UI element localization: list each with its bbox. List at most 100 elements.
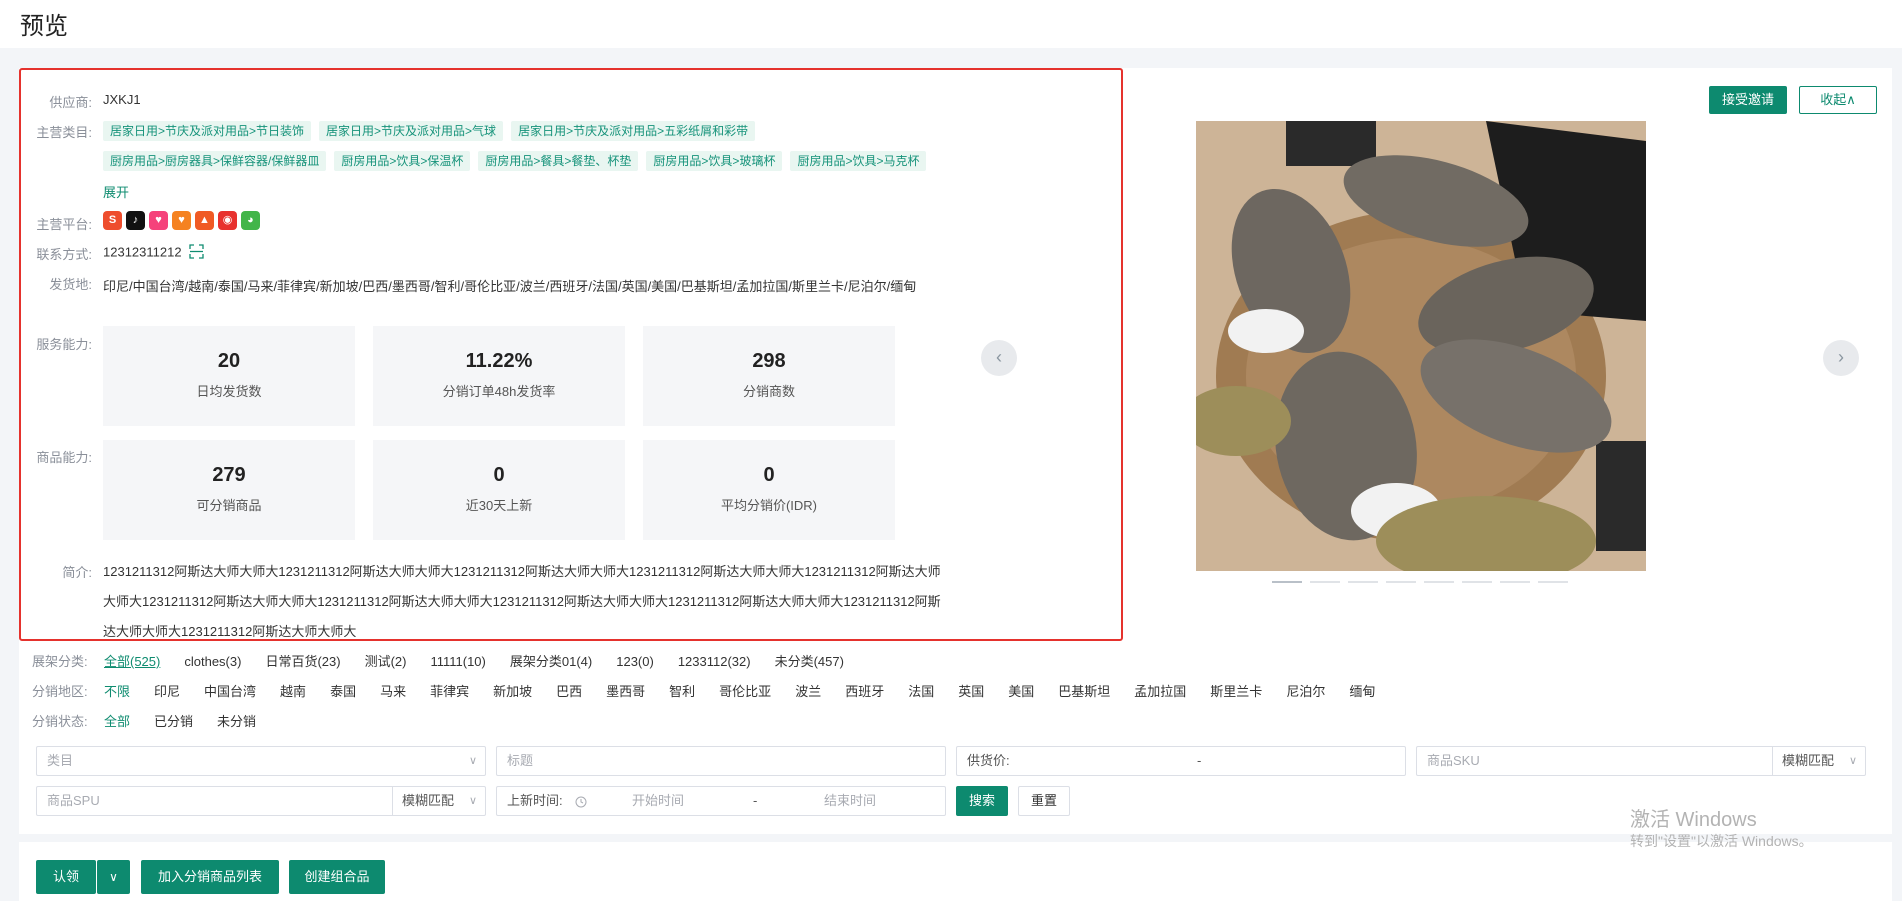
stat-card: 279 可分销商品: [103, 440, 355, 540]
region-filter-option[interactable]: 英国: [958, 681, 984, 700]
region-filter-option[interactable]: 菲律宾: [430, 681, 469, 700]
stat-caption: 可分销商品: [196, 498, 262, 513]
contact-label: 联系方式:: [36, 247, 92, 262]
carousel-next-button[interactable]: ›: [1823, 340, 1859, 376]
region-filter-option[interactable]: 波兰: [795, 681, 821, 700]
region-filter-option[interactable]: 泰国: [330, 681, 356, 700]
windows-activation-watermark: 激活 Windows: [1630, 809, 1757, 831]
region-filter-option[interactable]: 智利: [669, 681, 695, 700]
category-tag: 厨房用品>饮具>保温杯: [334, 151, 471, 171]
stat-card: 0 平均分销价(IDR): [643, 440, 895, 540]
region-filter-option[interactable]: 巴西: [556, 681, 582, 700]
carousel-dot[interactable]: [1348, 581, 1378, 583]
region-filter-option[interactable]: 尼泊尔: [1286, 681, 1325, 700]
new-time-label: 上新时间:: [507, 793, 563, 808]
region-filter-option[interactable]: 美国: [1008, 681, 1034, 700]
shelf-filter-option[interactable]: 展架分类01(4): [510, 651, 592, 670]
search-button[interactable]: 搜索: [956, 786, 1008, 816]
region-filter-option[interactable]: 法国: [908, 681, 934, 700]
title-input[interactable]: 标题: [496, 746, 946, 776]
stat-caption: 近30天上新: [465, 498, 533, 513]
carousel-dot[interactable]: [1386, 581, 1416, 583]
shelf-filter-option[interactable]: 测试(2): [365, 651, 407, 670]
divider: [1772, 747, 1773, 775]
region-filter-option[interactable]: 马来: [380, 681, 406, 700]
shelf-filter-option[interactable]: 全部(525): [104, 651, 160, 670]
region-filter-option[interactable]: 哥伦比亚: [719, 681, 771, 700]
sku-match-select[interactable]: 模糊匹配: [1782, 747, 1834, 775]
stat-number: 0: [763, 464, 775, 486]
claim-dropdown-button[interactable]: ∨: [97, 860, 130, 894]
status-filter-option[interactable]: 全部: [104, 711, 130, 730]
status-filter-option[interactable]: 未分销: [217, 711, 256, 730]
stat-caption: 日均发货数: [196, 384, 262, 399]
region-filter-option[interactable]: 越南: [280, 681, 306, 700]
intro-text: 1231211312阿斯达大师大师大1231211312阿斯达大师大师大1231…: [103, 564, 941, 639]
service-label: 服务能力:: [36, 337, 92, 352]
region-filter-option[interactable]: 不限: [104, 681, 130, 700]
region-filter-option[interactable]: 中国台湾: [204, 681, 256, 700]
sku-input-placeholder: 商品SKU: [1427, 753, 1480, 768]
windows-activation-hint: 转到"设置"以激活 Windows。: [1630, 833, 1813, 849]
shelf-filter-option[interactable]: 11111(10): [430, 654, 485, 669]
stat-card: 0 近30天上新: [373, 440, 625, 540]
carousel-dot[interactable]: [1424, 581, 1454, 583]
region-filter-option[interactable]: 缅甸: [1349, 681, 1375, 700]
expand-categories-link[interactable]: 展开: [103, 182, 129, 201]
carousel-dot[interactable]: [1538, 581, 1568, 583]
supply-price-label: 供货价:: [967, 753, 1010, 768]
status-filter-option[interactable]: 已分销: [154, 711, 193, 730]
shelf-filter-option[interactable]: clothes(3): [184, 654, 241, 669]
tokopedia-flame-icon: ▲: [195, 211, 214, 230]
shelf-filter-option[interactable]: 日常百货(23): [265, 651, 340, 670]
carousel-dot[interactable]: [1310, 581, 1340, 583]
accept-invite-button[interactable]: 接受邀请: [1709, 86, 1787, 114]
category-tags-row-1: 居家日用>节庆及派对用品>节日装饰 居家日用>节庆及派对用品>气球 居家日用>节庆及…: [103, 121, 763, 141]
category-tag: 厨房用品>餐具>餐垫、杯垫: [478, 151, 639, 171]
category-tag: 厨房用品>饮具>马克杯: [790, 151, 927, 171]
region-filter-option[interactable]: 新加坡: [493, 681, 532, 700]
carousel-prev-button[interactable]: ‹: [981, 340, 1017, 376]
stat-number: 11.22%: [465, 350, 533, 372]
category-select-placeholder: 类目: [47, 753, 74, 768]
shelf-filter-row: 展架分类: 全部(525) clothes(3) 日常百货(23) 测试(2) 11111…: [32, 651, 868, 670]
page-title: 预览: [20, 13, 68, 40]
add-distribution-list-button[interactable]: 加入分销商品列表: [141, 860, 279, 894]
status-filter-row: 分销状态: 全部 已分销 未分销: [32, 711, 280, 730]
region-filter-option[interactable]: 孟加拉国: [1134, 681, 1186, 700]
category-select[interactable]: 类目 ∨: [36, 746, 486, 776]
carousel-dot[interactable]: [1500, 581, 1530, 583]
chevron-down-icon: ∨: [1848, 755, 1857, 767]
region-filter-option[interactable]: 印尼: [154, 681, 180, 700]
product-label: 商品能力:: [36, 450, 92, 465]
supply-price-range[interactable]: 供货价: -: [956, 746, 1406, 776]
shelf-filter-option[interactable]: 1233112(32): [678, 654, 751, 669]
stat-card: 20 日均发货数: [103, 326, 355, 426]
category-tag: 厨房用品>饮具>玻璃杯: [646, 151, 783, 171]
reset-button[interactable]: 重置: [1018, 786, 1070, 816]
collapse-button[interactable]: 收起∧: [1799, 86, 1877, 114]
stat-caption: 平均分销价(IDR): [720, 498, 818, 513]
category-tag: 居家日用>节庆及派对用品>节日装饰: [103, 121, 312, 141]
top-bar: 预览: [0, 0, 1902, 48]
create-combo-button[interactable]: 创建组合品: [289, 860, 385, 894]
region-filter-option[interactable]: 斯里兰卡: [1210, 681, 1262, 700]
sku-input[interactable]: 商品SKU 模糊匹配 ∨: [1416, 746, 1866, 776]
ship-from-value: 印尼/中国台湾/越南/泰国/马来/菲律宾/新加坡/巴西/墨西哥/智利/哥伦比亚/…: [103, 279, 917, 294]
new-time-range[interactable]: 上新时间: 开始时间 - 结束时间: [496, 786, 946, 816]
spu-match-select[interactable]: 模糊匹配: [402, 787, 454, 815]
start-time-placeholder: 开始时间: [632, 793, 685, 808]
spu-input[interactable]: 商品SPU 模糊匹配 ∨: [36, 786, 486, 816]
carousel-dot[interactable]: [1272, 581, 1302, 583]
category-label: 主营类目:: [36, 125, 92, 140]
claim-button[interactable]: 认领: [36, 860, 96, 894]
stat-card: 298 分销商数: [643, 326, 895, 426]
region-filter-option[interactable]: 墨西哥: [606, 681, 645, 700]
region-filter-option[interactable]: 巴基斯坦: [1058, 681, 1110, 700]
region-filter-option[interactable]: 西班牙: [845, 681, 884, 700]
carousel-dot[interactable]: [1462, 581, 1492, 583]
shelf-filter-option[interactable]: 未分类(457): [775, 651, 844, 670]
platform-icons: S ♪ ♥ ♥ ▲ ◉ ◕: [103, 211, 264, 230]
scan-icon[interactable]: [189, 244, 204, 262]
shelf-filter-option[interactable]: 123(0): [616, 654, 654, 669]
